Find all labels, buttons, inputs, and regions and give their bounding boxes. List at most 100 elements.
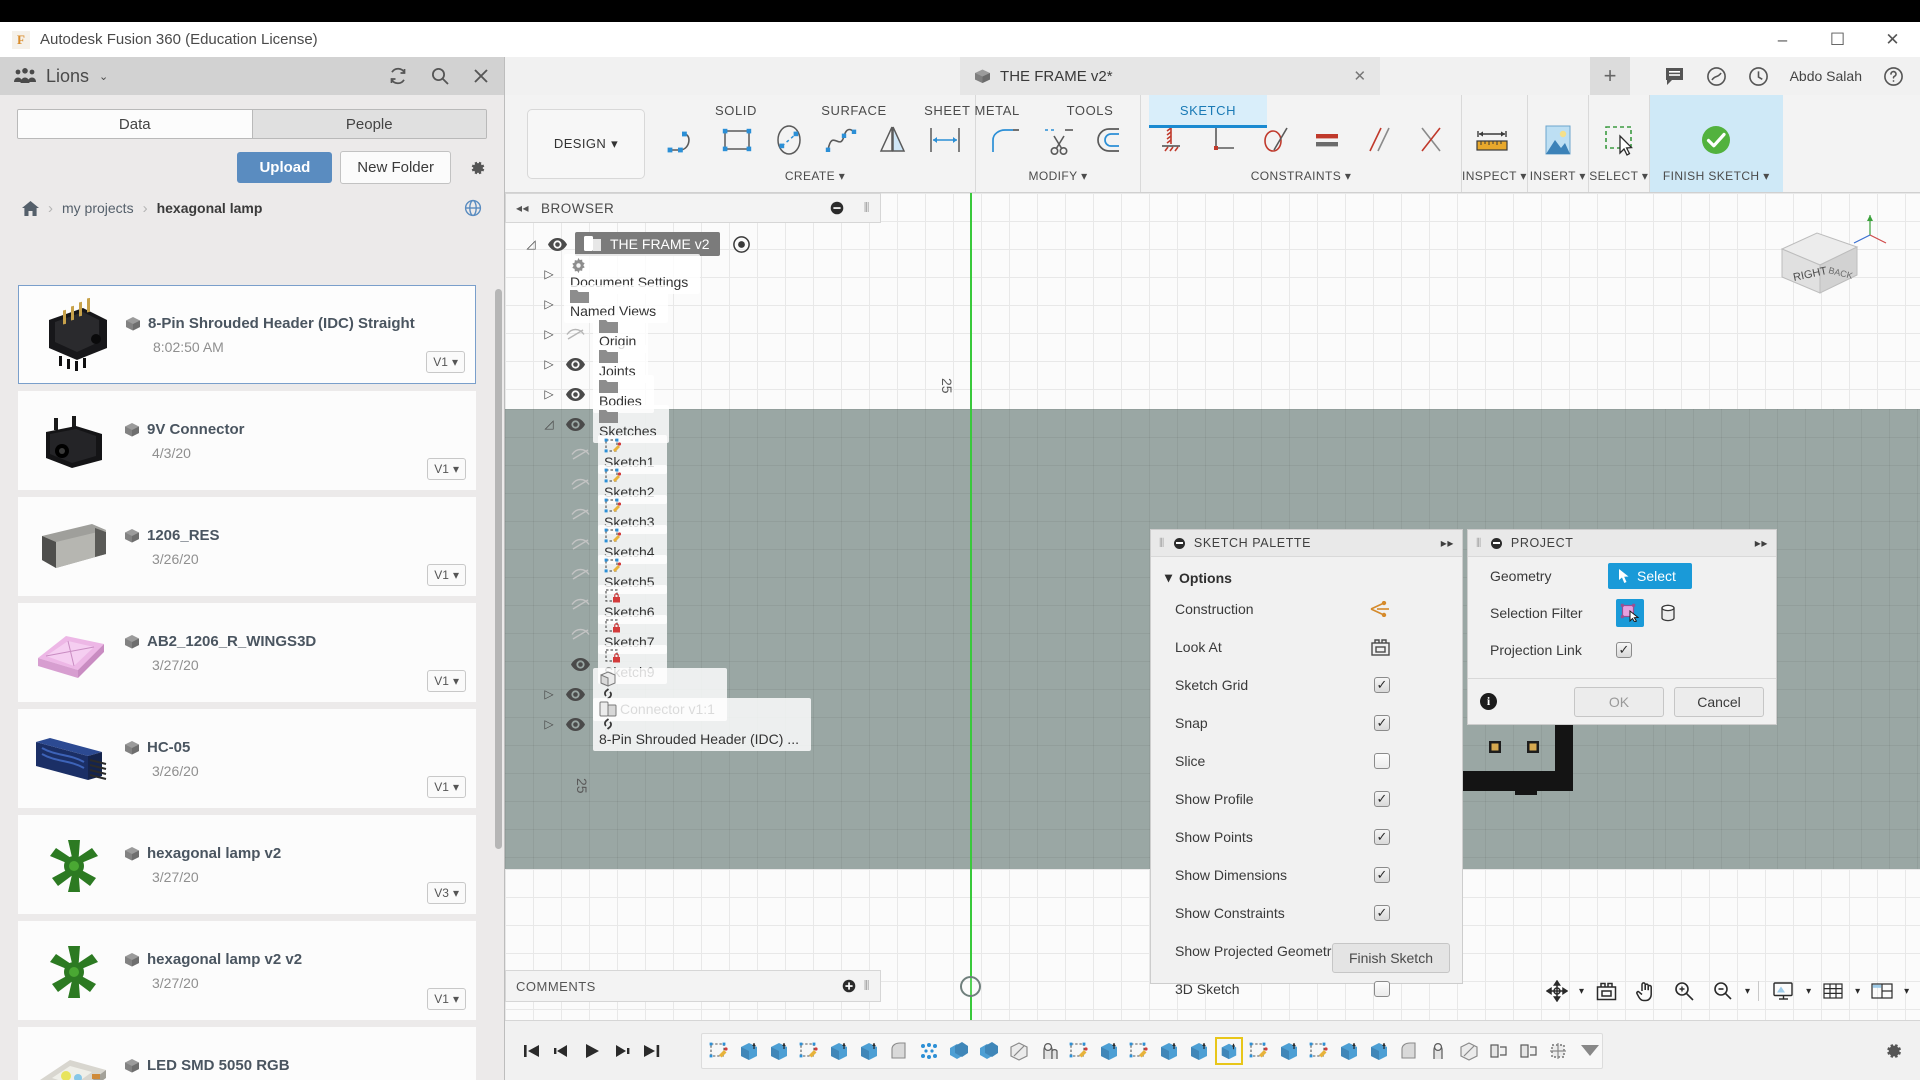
display-settings-icon[interactable] [1767,976,1801,1006]
maximize-button[interactable]: ☐ [1810,22,1865,57]
eye-icon[interactable] [564,357,586,371]
grid-snap-icon[interactable] [1816,976,1850,1006]
cancel-button[interactable]: Cancel [1674,686,1764,717]
timeline-end-marker[interactable] [1581,1045,1599,1056]
3d-sketch-checkbox[interactable] [1374,981,1390,997]
construction-icon[interactable] [1370,601,1390,617]
eye-off-icon[interactable] [569,628,591,641]
list-item[interactable]: 8-Pin Shrouded Header (IDC) Straight 8:0… [18,285,476,384]
palette-row-3d-sketch[interactable]: 3D Sketch [1151,970,1462,1008]
tab-data[interactable]: Data [18,110,253,138]
palette-row-sketch-grid[interactable]: Sketch Grid ✓ [1151,666,1462,704]
new-folder-button[interactable]: New Folder [340,151,451,184]
version-badge[interactable]: V1 ▾ [427,670,466,692]
eye-off-icon[interactable] [569,508,591,521]
timeline-item[interactable] [1395,1037,1423,1065]
insert-group-label[interactable]: INSERT ▾ [1528,163,1588,192]
timeline-item[interactable] [855,1037,883,1065]
home-icon[interactable] [22,200,39,216]
timeline-item[interactable] [945,1037,973,1065]
insert-image-icon[interactable] [1532,117,1584,163]
timeline-item[interactable] [1365,1037,1393,1065]
breadcrumb-hexagonal-lamp[interactable]: hexagonal lamp [157,200,263,216]
ribbon-tab-sheet-metal[interactable]: SHEET METAL [913,95,1031,128]
tree-row-bodies[interactable]: ▷ Bodies [505,375,881,413]
palette-minus-icon[interactable] [1173,537,1185,549]
expand-arrow-icon[interactable]: ▷ [541,357,557,371]
timeline-item[interactable] [1545,1037,1573,1065]
close-panel-icon[interactable] [472,67,490,85]
eye-icon[interactable] [564,717,586,731]
show-points-checkbox[interactable]: ✓ [1374,829,1390,845]
expand-arrow-icon[interactable]: ◿ [541,417,557,431]
tree-row-sketch2[interactable]: Sketch2 [505,464,881,504]
version-badge[interactable]: V1 ▾ [426,351,465,373]
upload-button[interactable]: Upload [237,152,333,183]
expand-icon[interactable]: ▸▸ [1441,536,1454,550]
timeline-item[interactable] [795,1037,823,1065]
show-constraints-checkbox[interactable]: ✓ [1374,905,1390,921]
list-item[interactable]: hexagonal lamp v2 v2 3/27/20 V1 ▾ [18,921,476,1020]
dialog-minus-icon[interactable] [1490,537,1502,549]
modify-group-label[interactable]: MODIFY ▾ [976,163,1140,192]
timeline-item[interactable] [1005,1037,1033,1065]
chevron-down-icon[interactable]: ▾ [1855,986,1860,997]
projection-link-checkbox[interactable]: ✓ [1616,641,1632,658]
play-icon[interactable] [583,1043,601,1059]
eye-off-icon[interactable] [569,448,591,461]
ribbon-tab-solid[interactable]: SOLID [677,95,795,128]
timeline-item-selected[interactable] [1215,1036,1243,1065]
timeline-item[interactable] [1275,1037,1303,1065]
dialog-grip-icon[interactable]: ⦀ [1476,536,1482,551]
palette-row-snap[interactable]: Snap ✓ [1151,704,1462,742]
list-item[interactable]: 9V Connector 4/3/20 V1 ▾ [18,391,476,490]
palette-row-show-points[interactable]: Show Points ✓ [1151,818,1462,856]
help-bubble-icon[interactable] [1706,66,1727,87]
version-badge[interactable]: V3 ▾ [427,882,466,904]
ribbon-tab-surface[interactable]: SURFACE [795,95,913,128]
palette-row-look-at[interactable]: Look At [1151,628,1462,666]
tree-row-sketch5[interactable]: Sketch5 [505,554,881,594]
eye-off-icon[interactable] [564,328,586,341]
timeline-item[interactable] [1305,1037,1333,1065]
expand-arrow-icon[interactable]: ▷ [541,717,557,731]
expand-arrow-icon[interactable]: ▷ [541,327,557,341]
ribbon-tab-sketch[interactable]: SKETCH [1149,95,1267,128]
timeline-item[interactable] [1125,1037,1153,1065]
tree-row-origin[interactable]: ▷ Origin [505,315,881,353]
timeline-item[interactable] [765,1037,793,1065]
palette-row-show-dimensions[interactable]: Show Dimensions ✓ [1151,856,1462,894]
orbit-icon[interactable] [1540,976,1574,1006]
collapse-icon[interactable]: ◂◂ [516,201,529,215]
hub-name[interactable]: Lions [46,66,89,87]
eye-off-icon[interactable] [569,478,591,491]
look-at-icon[interactable] [1371,638,1390,656]
palette-row-slice[interactable]: Slice [1151,742,1462,780]
show-profile-checkbox[interactable]: ✓ [1374,791,1390,807]
sketch-grid-checkbox[interactable]: ✓ [1374,677,1390,693]
chevron-down-icon[interactable]: ▾ [1579,986,1584,997]
chevron-down-icon[interactable]: ▾ [1745,986,1750,997]
palette-row-show-constraints[interactable]: Show Constraints ✓ [1151,894,1462,932]
parallel-icon[interactable] [1353,117,1405,163]
filter-body-face-button[interactable] [1654,599,1682,627]
plus-circle-icon[interactable] [842,979,856,993]
comments-grip-icon[interactable]: ⦀ [864,978,870,994]
look-at-icon[interactable] [1589,976,1623,1006]
expand-arrow-icon[interactable]: ▷ [541,687,557,701]
globe-icon[interactable] [464,199,482,217]
select-window-icon[interactable] [1593,117,1645,163]
viewports-icon[interactable] [1865,976,1899,1006]
info-icon[interactable]: i [1480,693,1497,710]
timeline-item[interactable] [1035,1037,1063,1065]
list-item[interactable]: AB2_1206_R_WINGS3D 3/27/20 V1 ▾ [18,603,476,702]
tree-row-sketch1[interactable]: Sketch1 [505,434,881,474]
chevron-down-icon[interactable]: ▾ [1806,986,1811,997]
pan-icon[interactable] [1628,976,1662,1006]
step-back-icon[interactable] [553,1043,571,1059]
expand-icon[interactable]: ▸▸ [1755,536,1768,550]
refresh-icon[interactable] [388,66,408,86]
browser-minus-icon[interactable] [830,201,844,215]
gear-icon[interactable] [467,158,487,178]
timeline-item[interactable] [1515,1037,1543,1065]
